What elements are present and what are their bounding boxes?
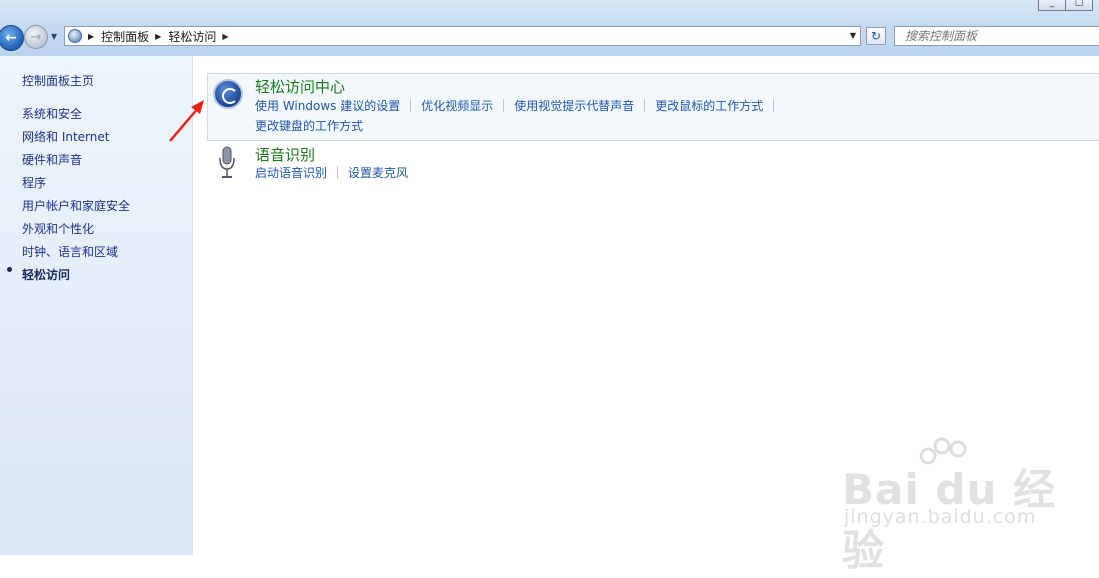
maximize-button[interactable]: □: [1065, 0, 1093, 11]
sidebar-item-hardware-sound[interactable]: 硬件和声音: [22, 151, 82, 168]
arrow-right-icon: →: [30, 29, 42, 45]
chevron-right-icon[interactable]: ▶: [88, 32, 94, 41]
ease-of-access-icon[interactable]: [213, 79, 243, 109]
divider: [644, 99, 646, 112]
task-link[interactable]: 使用 Windows 建议的设置: [255, 97, 400, 114]
recent-pages-dropdown[interactable]: ▼: [51, 32, 57, 41]
baidu-watermark: Bai du 经验 jingyan.baidu.com: [840, 436, 1080, 575]
task-link[interactable]: 设置麦克风: [348, 164, 408, 181]
minimize-button[interactable]: _: [1038, 0, 1066, 11]
task-link[interactable]: 更改键盘的工作方式: [255, 117, 363, 134]
arrow-left-icon: ←: [5, 30, 17, 46]
sidebar-item-network[interactable]: 网络和 Internet: [22, 128, 109, 145]
sidebar-item-clock-language[interactable]: 时钟、语言和区域: [22, 243, 118, 260]
task-row: 启动语音识别 设置麦克风: [255, 164, 408, 181]
sidebar-item-user-accounts[interactable]: 用户帐户和家庭安全: [22, 197, 130, 214]
control-panel-icon: [68, 29, 82, 43]
task-link[interactable]: 使用视觉提示代替声音: [514, 97, 634, 114]
address-bar[interactable]: ▶ 控制面板 ▶ 轻松访问 ▶ ▼: [64, 26, 861, 46]
task-link[interactable]: 启动语音识别: [255, 164, 327, 181]
address-dropdown-icon[interactable]: ▼: [850, 31, 856, 40]
refresh-icon: ↻: [870, 29, 882, 43]
microphone-icon[interactable]: [217, 146, 237, 180]
annotation-arrow-icon: [169, 100, 204, 142]
watermark-url: jingyan.baidu.com: [844, 506, 1037, 528]
forward-button[interactable]: →: [24, 25, 48, 49]
task-link[interactable]: 更改鼠标的工作方式: [655, 97, 763, 114]
back-button[interactable]: ←: [0, 25, 24, 51]
window-chrome: _ □ ← → ▼ ▶ 控制面板 ▶ 轻松访问 ▶ ▼ ↻: [0, 0, 1099, 56]
sidebar: 控制面板主页 系统和安全 网络和 Internet 硬件和声音 程序 用户帐户和…: [0, 56, 193, 555]
category-title-speech-recognition[interactable]: 语音识别: [255, 144, 315, 165]
category-title-ease-of-access[interactable]: 轻松访问中心: [255, 76, 345, 97]
sidebar-item-appearance[interactable]: 外观和个性化: [22, 220, 94, 237]
search-box[interactable]: [894, 26, 1099, 46]
breadcrumb-control-panel[interactable]: 控制面板: [101, 28, 149, 45]
sidebar-item-ease-of-access: 轻松访问: [22, 268, 71, 282]
sidebar-item-programs[interactable]: 程序: [22, 174, 46, 191]
sidebar-home-link[interactable]: 控制面板主页: [22, 72, 94, 89]
window-buttons: _ □: [1038, 0, 1093, 11]
search-input[interactable]: [903, 28, 1087, 44]
sidebar-item-system-security[interactable]: 系统和安全: [22, 105, 82, 122]
divider: [503, 99, 505, 112]
chevron-right-icon[interactable]: ▶: [222, 32, 228, 41]
chevron-right-icon[interactable]: ▶: [155, 32, 161, 41]
breadcrumb-ease-of-access[interactable]: 轻松访问: [168, 28, 216, 45]
task-row: 使用 Windows 建议的设置 优化视频显示 使用视觉提示代替声音 更改鼠标的…: [255, 97, 784, 114]
divider: [337, 166, 339, 179]
task-row: 更改键盘的工作方式: [255, 117, 363, 134]
refresh-button[interactable]: ↻: [866, 27, 886, 45]
current-item-bullet: [7, 267, 12, 272]
divider: [773, 99, 775, 112]
task-link[interactable]: 优化视频显示: [421, 97, 493, 114]
divider: [410, 99, 412, 112]
